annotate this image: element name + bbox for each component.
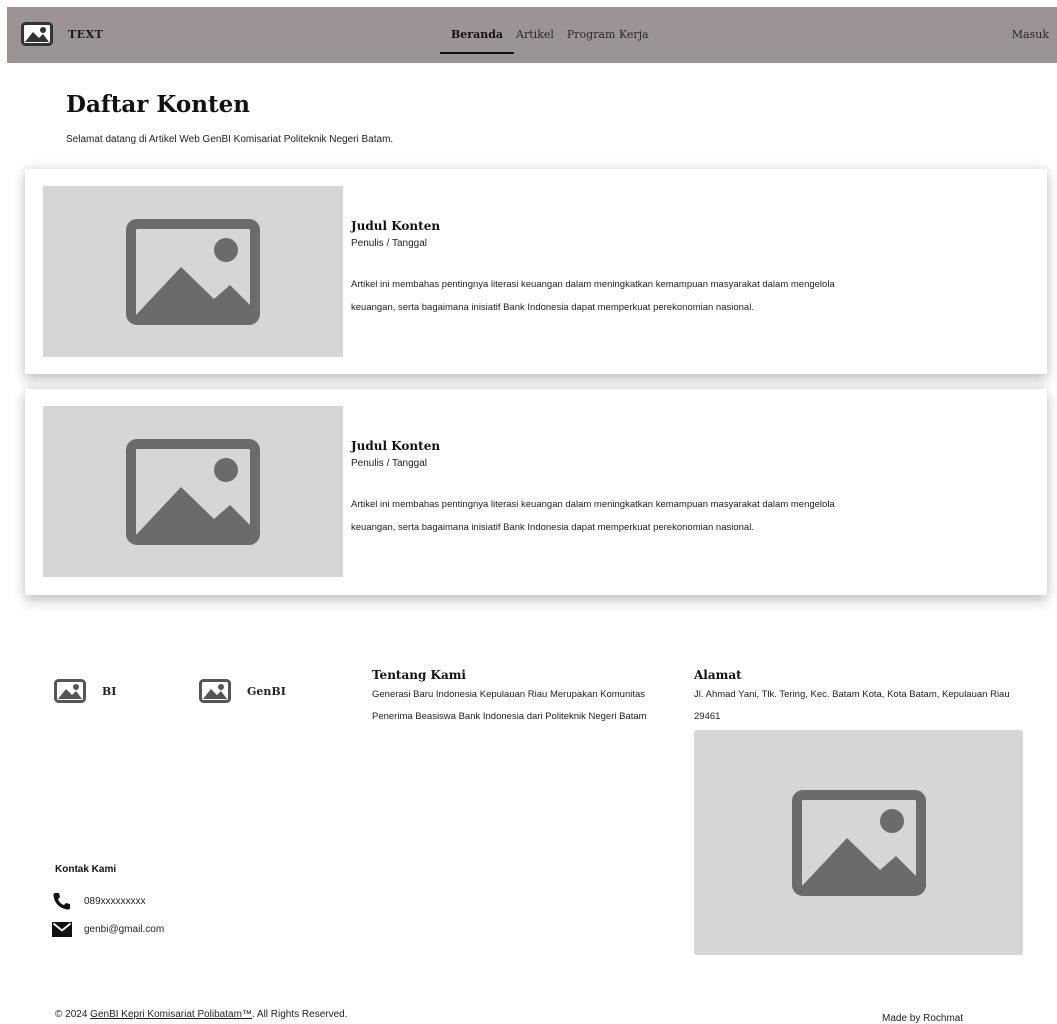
image-placeholder-icon xyxy=(791,789,926,896)
article-thumbnail[interactable] xyxy=(43,186,343,357)
address-title: Alamat xyxy=(694,668,742,682)
image-placeholder-icon xyxy=(126,218,260,325)
mail-icon xyxy=(52,922,72,937)
login-link[interactable]: Masuk xyxy=(1012,7,1049,63)
address-text: Jl. Ahmad Yani, Tlk. Tering, Kec. Batam … xyxy=(694,689,1010,722)
phone-number: 089xxxxxxxxx xyxy=(84,895,146,907)
article-title[interactable]: Judul Konten xyxy=(351,439,440,453)
article-card[interactable]: Judul Konten Penulis / Tanggal Artikel i… xyxy=(25,389,1047,595)
article-meta: Penulis / Tanggal xyxy=(351,458,427,469)
copyright: © 2024 GenBI Kepri Komisariat Polibatam™… xyxy=(55,1009,348,1020)
about-text: Generasi Baru Indonesia Kepulauan Riau M… xyxy=(372,689,647,722)
page-title: Daftar Konten xyxy=(66,91,250,118)
navbar: TEXT Beranda Artikel Program Kerja Masuk xyxy=(7,7,1057,63)
article-description: Artikel ini membahas pentingnya literasi… xyxy=(351,499,835,533)
brand-text[interactable]: TEXT xyxy=(68,28,103,41)
copyright-prefix: © 2024 xyxy=(55,1009,91,1020)
copyright-suffix: . All Rights Reserved. xyxy=(251,1009,348,1020)
email-address: genbi@gmail.com xyxy=(84,924,165,935)
footer-logo-label: BI xyxy=(102,684,117,698)
nav-link-artikel[interactable]: Artikel xyxy=(516,7,554,63)
about-title: Tentang Kami xyxy=(372,668,466,682)
made-by: Made by Rochmat xyxy=(882,1013,964,1024)
logo-image-icon[interactable] xyxy=(21,22,53,51)
logo-image-icon xyxy=(54,679,86,703)
map-image[interactable] xyxy=(694,730,1023,955)
nav-link-program-kerja[interactable]: Program Kerja xyxy=(567,7,649,63)
article-title[interactable]: Judul Konten xyxy=(351,219,440,233)
contact-email[interactable]: genbi@gmail.com xyxy=(52,922,164,937)
footer-logo-genbi[interactable]: GenBI xyxy=(199,679,286,703)
page-subtitle: Selamat datang di Artikel Web GenBI Komi… xyxy=(66,134,394,145)
image-placeholder-icon xyxy=(126,438,260,545)
article-meta: Penulis / Tanggal xyxy=(351,238,427,249)
logo-image-icon xyxy=(199,679,231,703)
nav-link-beranda[interactable]: Beranda xyxy=(439,7,515,63)
footer-logo-label: GenBI xyxy=(247,684,286,698)
footer-logo-bi[interactable]: BI xyxy=(54,679,116,703)
phone-icon xyxy=(53,893,70,910)
article-description: Artikel ini membahas pentingnya literasi… xyxy=(351,279,835,313)
copyright-link[interactable]: GenBI Kepri Komisariat Polibatam™ xyxy=(90,1009,252,1020)
nav-menu: Beranda Artikel Program Kerja xyxy=(439,7,662,63)
contact-phone[interactable]: 089xxxxxxxxx xyxy=(52,892,146,910)
contact-title: Kontak Kami xyxy=(55,864,117,875)
article-card[interactable]: Judul Konten Penulis / Tanggal Artikel i… xyxy=(25,169,1047,374)
article-thumbnail[interactable] xyxy=(43,406,343,577)
